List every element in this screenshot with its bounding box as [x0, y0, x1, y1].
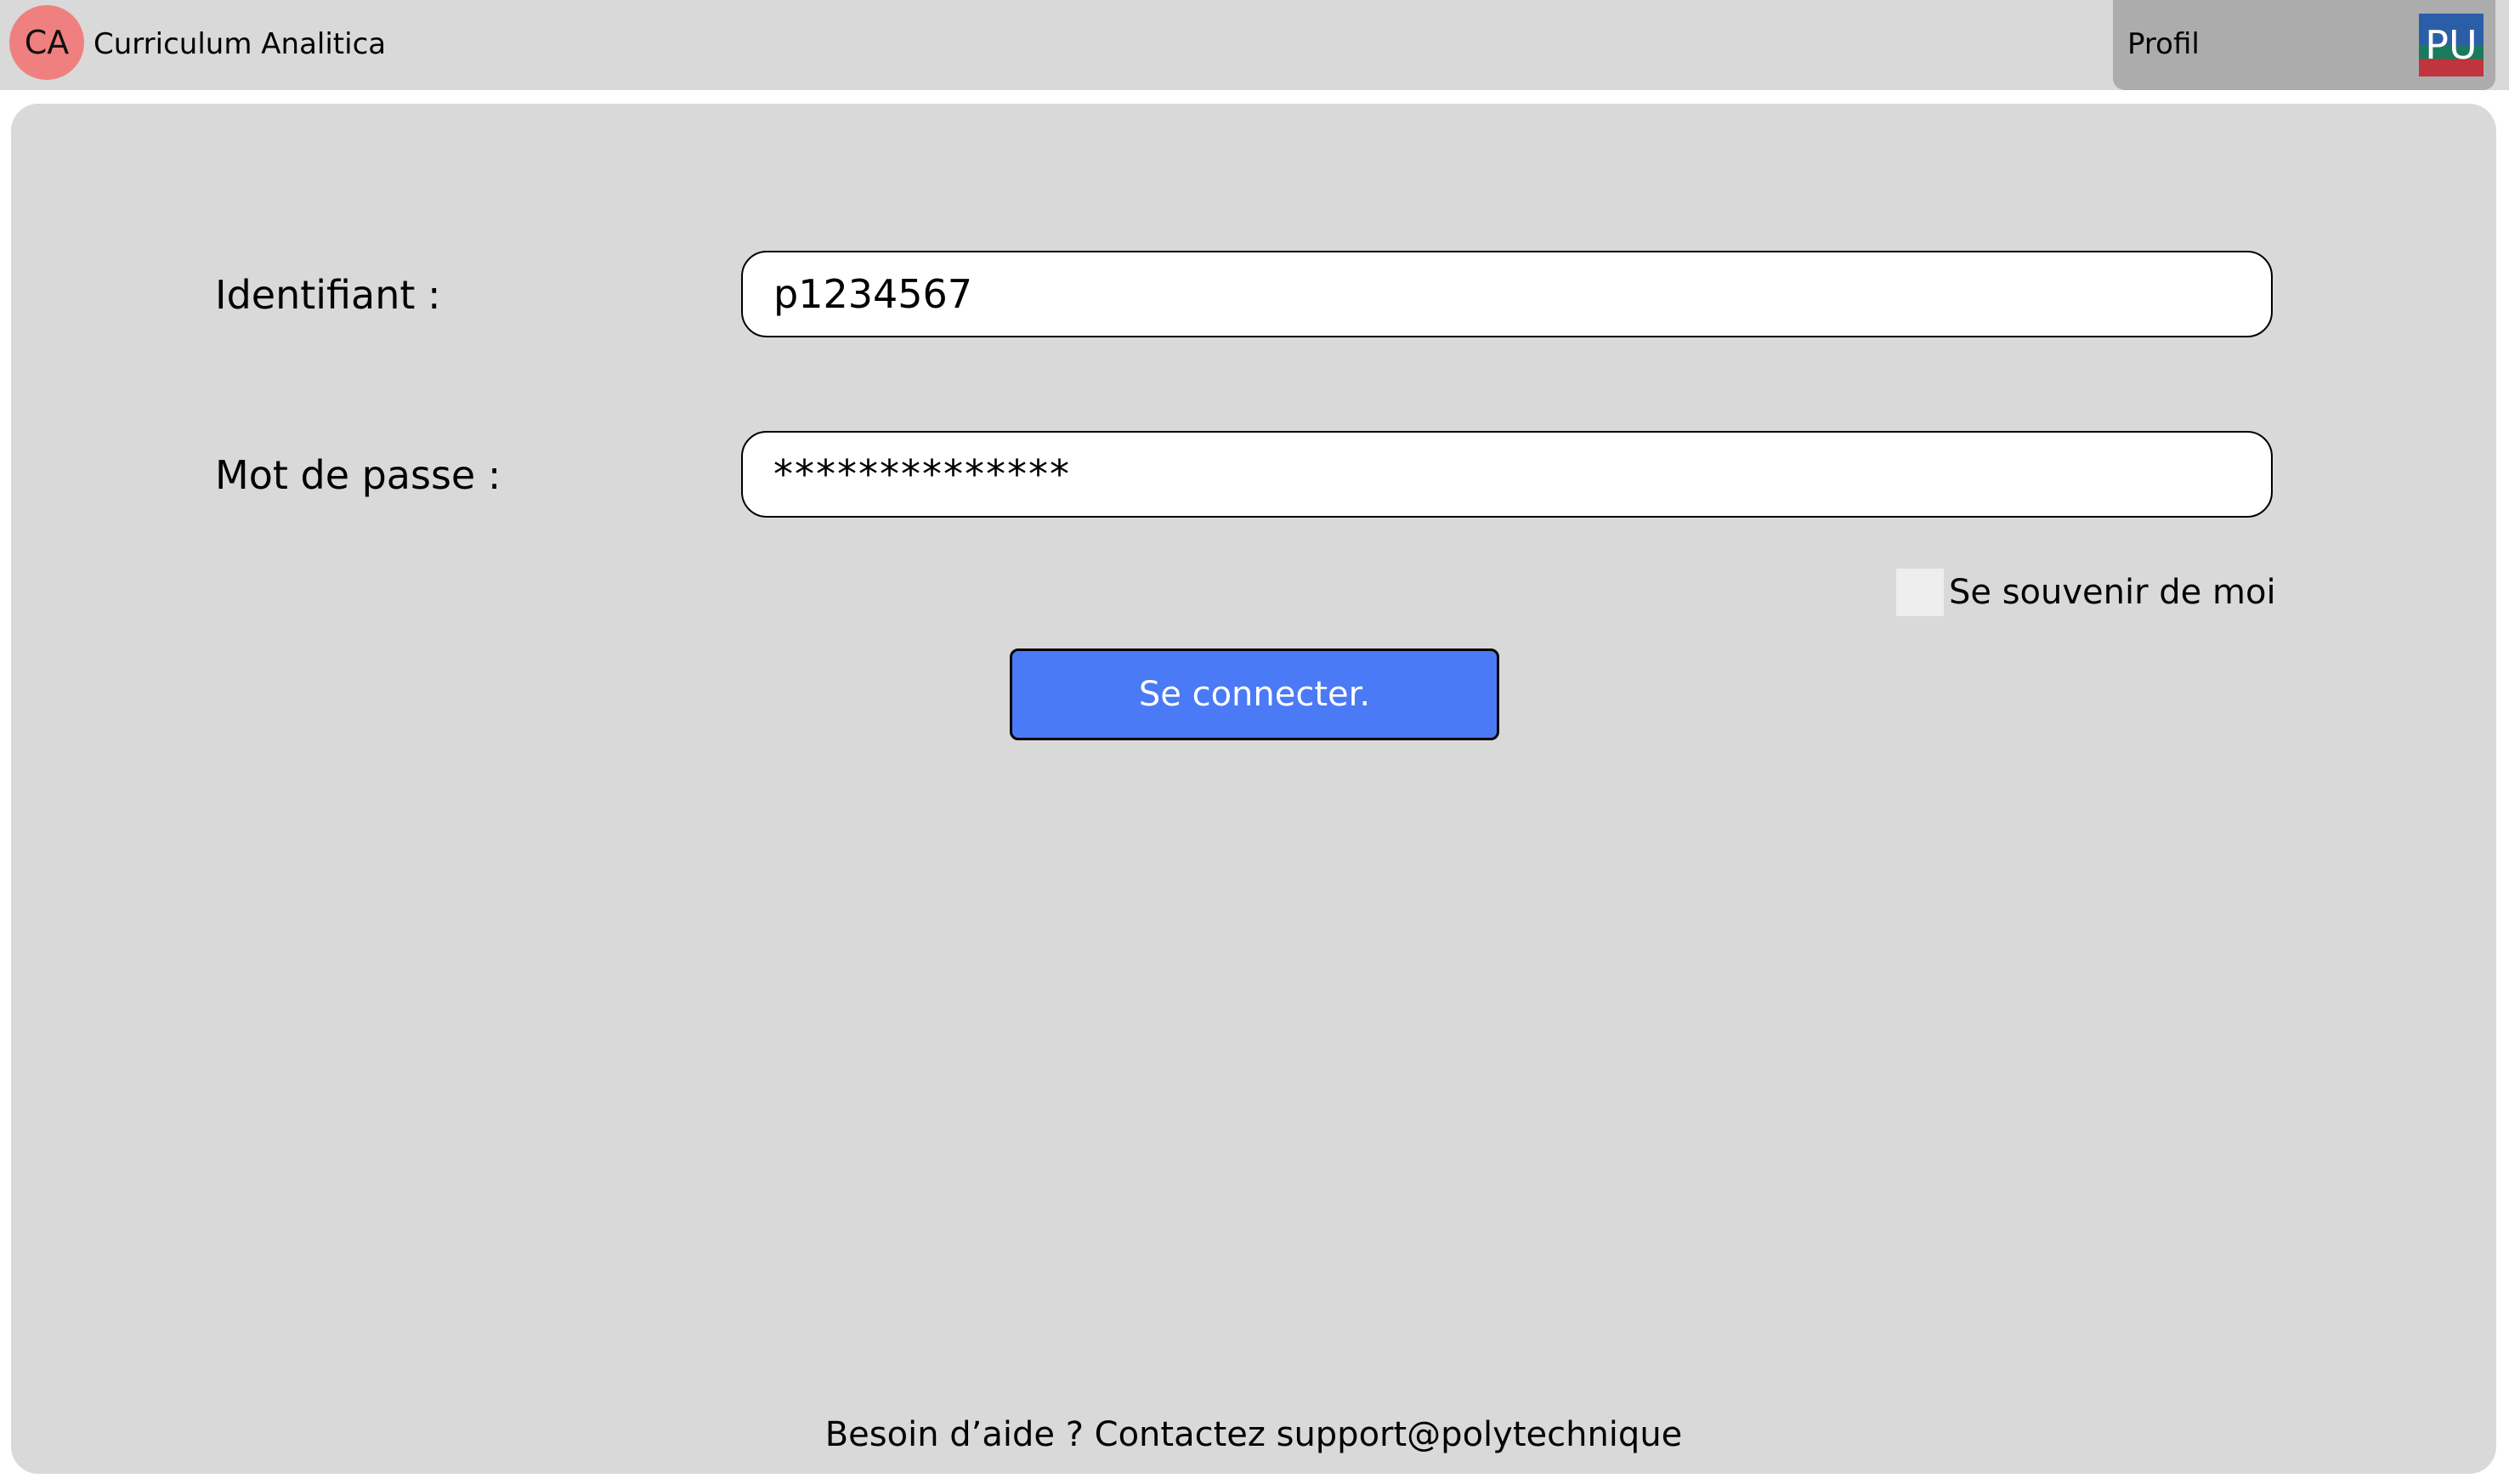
remember-me[interactable]: Se souvenir de moi: [1896, 569, 2276, 616]
username-field[interactable]: p1234567: [741, 251, 2273, 337]
profile-button[interactable]: Profil PU: [2113, 0, 2495, 90]
app-logo: CA: [9, 5, 84, 80]
username-label: Identifiant :: [215, 272, 441, 318]
app-title: Curriculum Analitica: [93, 27, 387, 61]
password-field[interactable]: **************: [741, 431, 2273, 518]
login-button[interactable]: Se connecter.: [1010, 649, 1499, 740]
top-bar: CA Curriculum Analitica Profil PU: [0, 0, 2509, 90]
login-panel: Identifiant : p1234567 Mot de passe : **…: [11, 104, 2496, 1474]
password-label: Mot de passe :: [215, 452, 501, 498]
avatar: PU: [2419, 14, 2484, 76]
remember-me-label: Se souvenir de moi: [1949, 573, 2276, 612]
remember-me-checkbox[interactable]: [1896, 569, 1944, 616]
profile-label: Profil: [2127, 27, 2200, 61]
help-text: Besoin d’aide ? Contactez support@polyte…: [824, 1415, 1683, 1454]
